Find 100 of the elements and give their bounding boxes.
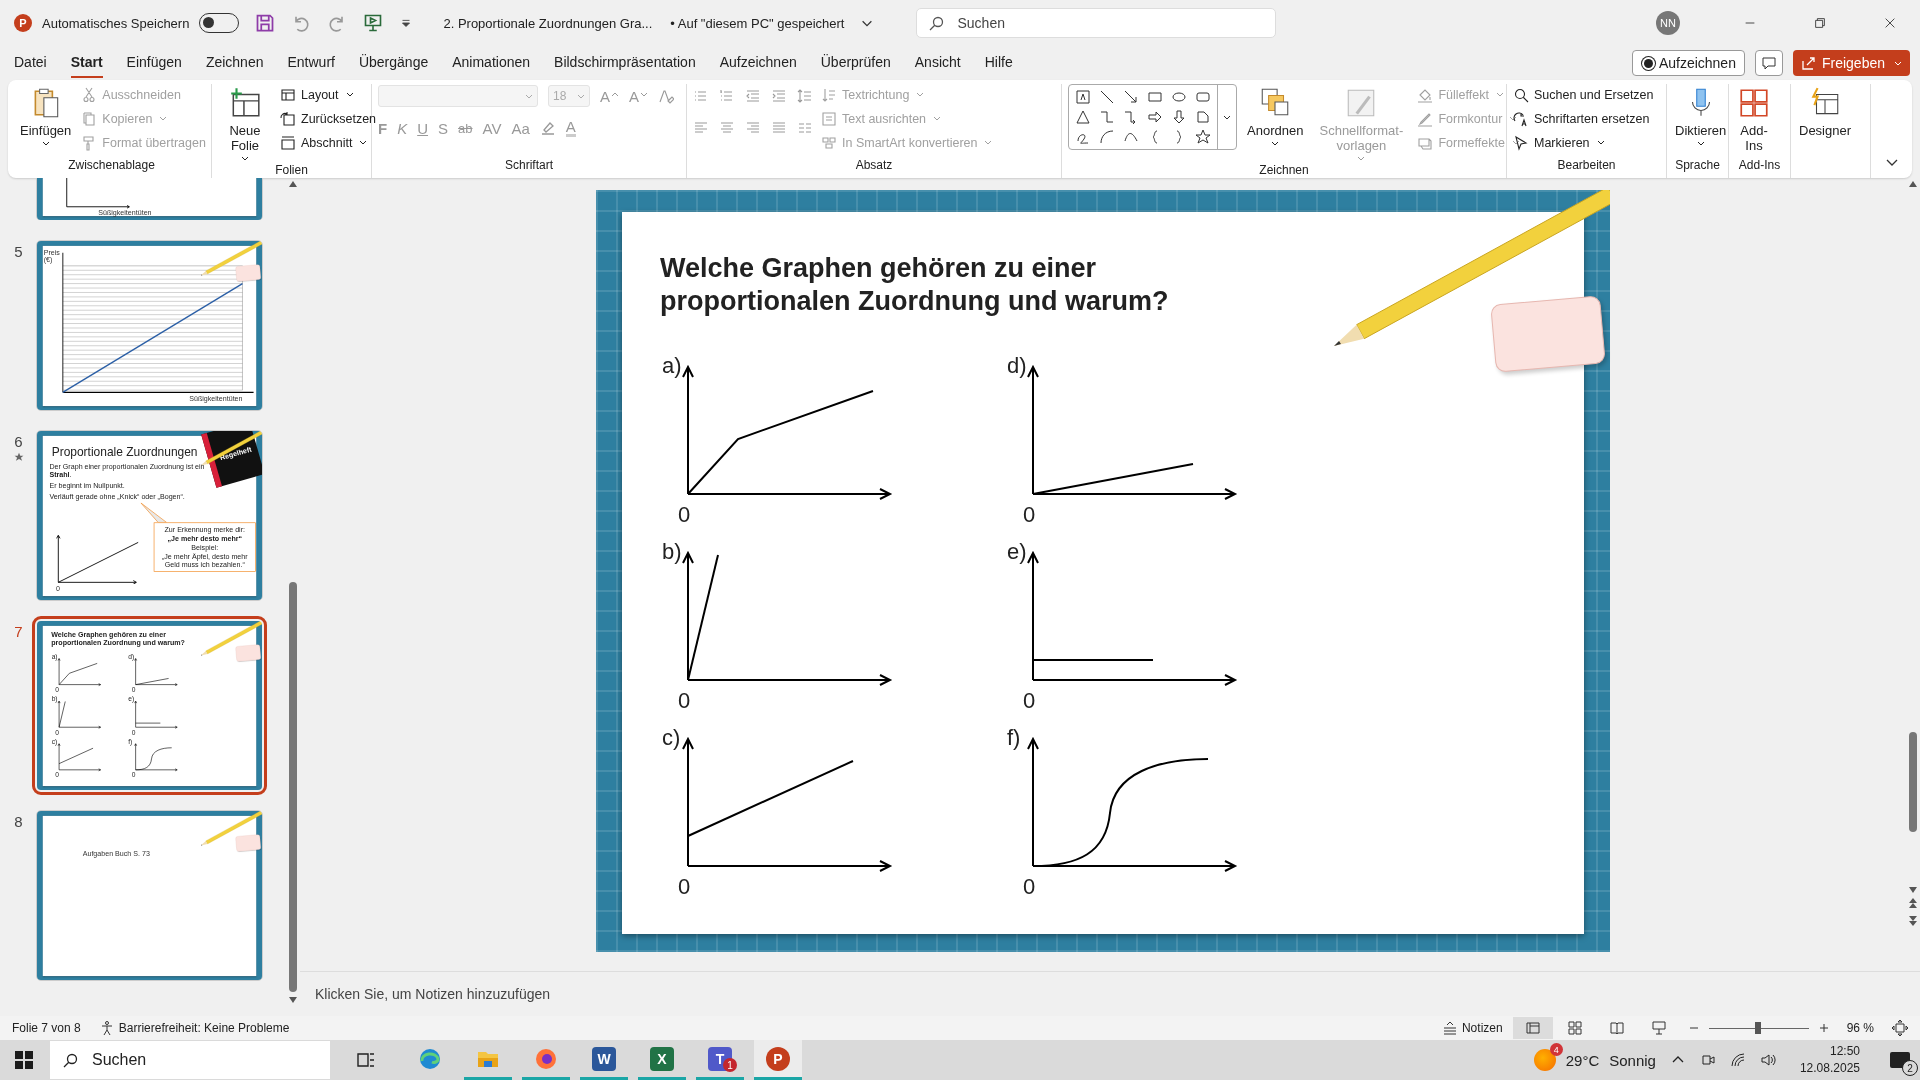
highlighter-icon[interactable] <box>539 120 556 136</box>
dictate-button[interactable]: Diktieren <box>1673 84 1729 148</box>
slide-thumbnail[interactable] <box>37 431 262 600</box>
taskbar-search-field[interactable]: Suchen <box>50 1041 330 1079</box>
fit-to-window-icon[interactable] <box>1892 1020 1908 1036</box>
taskbar-app[interactable]: T 1 <box>696 1040 744 1080</box>
clock-date[interactable]: 12.08.2025 <box>1799 1060 1860 1077</box>
save-status[interactable]: • Auf "diesem PC" gespeichert <box>670 15 845 31</box>
new-slide-button[interactable]: Neue Folie <box>218 84 272 163</box>
menu-tab[interactable]: Zeichnen <box>205 48 264 78</box>
weather-status[interactable]: Sonnig <box>1609 1051 1656 1069</box>
menu-tab[interactable]: Aufzeichnen <box>719 48 797 78</box>
shape-icon[interactable] <box>1171 109 1187 125</box>
scissors-icon <box>81 86 98 103</box>
menu-tab[interactable]: Überprüfen <box>820 48 891 78</box>
shape-icon[interactable] <box>1147 109 1163 125</box>
taskbar-app[interactable]: X <box>638 1040 686 1080</box>
normal-view-icon[interactable] <box>1512 1017 1553 1039</box>
search-field[interactable]: Suchen <box>916 8 1277 38</box>
pencil-drawing <box>199 811 262 848</box>
scrollbar-thumb[interactable] <box>289 582 297 992</box>
previous-slide-icon[interactable] <box>1908 898 1918 910</box>
zoom-in-icon[interactable] <box>1818 1023 1829 1033</box>
clear-format-icon[interactable] <box>658 88 675 104</box>
text-direction-icon <box>821 86 837 103</box>
notification-badge: 2 <box>1902 1060 1918 1076</box>
browser-icon <box>418 1046 442 1071</box>
paste-button[interactable]: Einfügen <box>18 84 74 148</box>
origin-label: 0 <box>678 504 692 526</box>
add-ins-button[interactable]: Add-Ins <box>1735 84 1773 155</box>
taskbar-app[interactable]: P <box>754 1040 802 1080</box>
presentation-icon[interactable] <box>363 13 384 33</box>
restore-icon[interactable] <box>1813 16 1827 30</box>
section-icon <box>280 134 296 151</box>
reset-button[interactable]: Zurücksetzen <box>280 108 377 129</box>
slide-number: 5 <box>14 243 23 260</box>
scroll-up-icon[interactable] <box>288 180 298 188</box>
search-icon <box>63 1052 79 1068</box>
windows-start-icon[interactable] <box>14 1050 34 1070</box>
temperature[interactable]: 29°C <box>1565 1051 1600 1069</box>
taskbar-app[interactable]: W <box>580 1040 628 1080</box>
comments-button[interactable] <box>1754 50 1783 76</box>
scroll-up-icon[interactable] <box>1908 180 1918 188</box>
clock-time[interactable]: 12:50 <box>1829 1043 1860 1060</box>
scroll-down-icon[interactable] <box>1908 886 1918 894</box>
layout-button[interactable]: Layout <box>280 84 377 105</box>
weather-icon[interactable] <box>1533 1049 1556 1071</box>
notes-icon <box>1441 1020 1458 1036</box>
menu-tab[interactable]: Datei <box>14 48 47 78</box>
task-view-icon[interactable] <box>356 1050 376 1070</box>
shape-icon[interactable] <box>1075 89 1091 105</box>
arrange-button[interactable]: Anordnen <box>1245 84 1306 148</box>
menu-tab[interactable]: Übergänge <box>358 48 429 78</box>
align-text-icon <box>821 110 837 127</box>
shape-icon[interactable] <box>1123 89 1139 105</box>
share-button[interactable]: Freigeben <box>1792 50 1910 76</box>
zoom-slider-thumb[interactable] <box>1754 1022 1761 1034</box>
search-icon <box>929 15 946 31</box>
zoom-level[interactable]: 96 % <box>1846 1021 1874 1035</box>
shape-icon[interactable] <box>1075 109 1091 125</box>
accessibility-button[interactable]: Barrierefreiheit: Keine Probleme <box>98 1020 290 1036</box>
shapes-gallery[interactable] <box>1068 84 1237 150</box>
shape-icon[interactable] <box>1099 129 1115 145</box>
notes-button[interactable]: Notizen <box>1441 1020 1503 1036</box>
graph-label: b) <box>662 540 683 564</box>
share-icon <box>1800 55 1817 71</box>
save-icon[interactable] <box>255 13 276 33</box>
camera-icon[interactable] <box>1699 1052 1716 1068</box>
slide-number: 6 <box>14 433 23 450</box>
menu-tab[interactable]: Ansicht <box>914 48 961 78</box>
shape-icon[interactable] <box>1171 89 1187 105</box>
menu-tab[interactable]: Hilfe <box>984 48 1013 78</box>
scroll-down-icon[interactable] <box>288 996 298 1004</box>
more-icon[interactable] <box>1223 114 1231 120</box>
shape-icon[interactable] <box>1195 129 1211 145</box>
next-slide-icon[interactable] <box>1908 914 1918 926</box>
origin-label: 0 <box>1023 504 1037 526</box>
record-button[interactable]: Aufzeichnen <box>1631 50 1745 76</box>
menu-tab[interactable]: Start <box>70 48 103 78</box>
slide-number: 8 <box>14 813 23 830</box>
notification-badge: 4 <box>1549 1043 1563 1056</box>
menu-tab[interactable]: Bildschirmpräsentation <box>554 48 696 78</box>
graph-label: c) <box>662 726 682 750</box>
menu-tab[interactable]: Einfügen <box>126 48 182 78</box>
line-spacing-icon[interactable] <box>797 88 813 104</box>
menu-tab[interactable]: Entwurf <box>287 48 335 78</box>
scrollbar-thumb[interactable] <box>1909 732 1917 832</box>
app-icon: W <box>592 1046 616 1071</box>
close-icon[interactable] <box>1883 16 1897 30</box>
shape-icon[interactable] <box>1195 109 1211 125</box>
menu-tab[interactable]: Animationen <box>452 48 531 78</box>
graph-label: e) <box>1007 540 1028 564</box>
shape-icon[interactable] <box>1099 89 1115 105</box>
section-button[interactable]: Abschnitt <box>280 132 377 153</box>
speaker-icon[interactable] <box>1759 1052 1776 1068</box>
font-name-field[interactable] <box>378 85 538 107</box>
wifi-icon[interactable] <box>1729 1052 1746 1068</box>
user-avatar[interactable]: NN <box>1656 11 1680 35</box>
designer-button[interactable]: Designer <box>1797 84 1854 140</box>
slide-title: Proportionale Zuordnungen <box>51 444 198 459</box>
